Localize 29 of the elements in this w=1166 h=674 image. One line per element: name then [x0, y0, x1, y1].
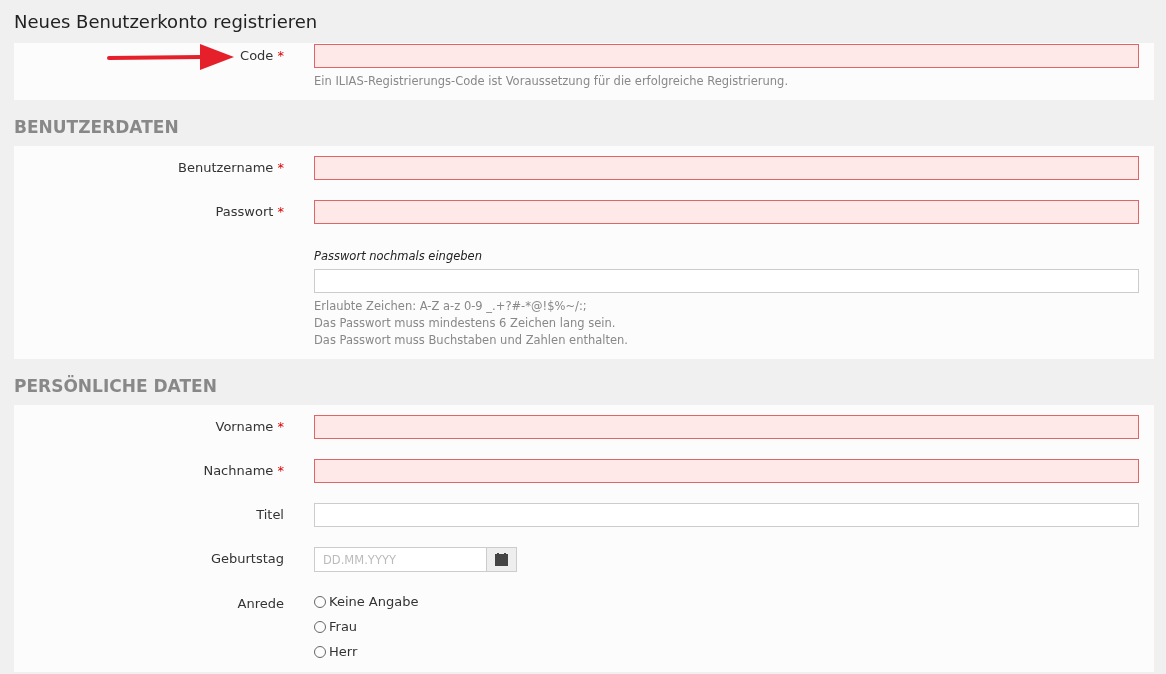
- field-label: Vorname *: [215, 419, 284, 434]
- field-label: Anrede: [237, 596, 284, 611]
- text-field[interactable]: [314, 415, 1139, 439]
- date-field[interactable]: DD.MM.YYYY: [314, 547, 486, 572]
- field-label: Passwort *: [215, 204, 284, 219]
- help-text: Ein ILIAS-Registrierungs-Code ist Voraussetzung für die erfolgreiche Registrierung.: [314, 73, 790, 90]
- calendar-icon: [495, 553, 508, 566]
- field-sublabel: Passwort nochmals eingeben: [314, 248, 483, 265]
- calendar-button[interactable]: [486, 547, 517, 572]
- field-label: Benutzername *: [178, 160, 284, 175]
- help-text: Das Passwort muss mindestens 6 Zeichen lang sein.: [314, 315, 617, 332]
- help-text: Das Passwort muss Buchstaben und Zahlen enthalten.: [314, 332, 629, 349]
- section-heading: BENUTZERDATEN: [13, 116, 180, 138]
- text-field[interactable]: [314, 44, 1139, 68]
- page-title: Neues Benutzerkonto registrieren: [13, 10, 319, 34]
- text-field[interactable]: [314, 156, 1139, 180]
- password-field[interactable]: [314, 269, 1139, 293]
- field-label: Titel: [256, 507, 284, 522]
- section-heading: PERSÖNLICHE DATEN: [13, 374, 218, 397]
- text-field[interactable]: [314, 200, 1139, 224]
- radio-option[interactable]: Keine Angabe: [314, 592, 1139, 612]
- help-text: Erlaubte Zeichen: A-Z a-z 0-9 _.+?#-*@!$%~/:;: [314, 298, 588, 315]
- text-field[interactable]: [314, 459, 1139, 483]
- field-label: Code *: [240, 48, 284, 63]
- radio-option[interactable]: Herr: [314, 642, 1139, 662]
- radio-option[interactable]: Frau: [314, 617, 1139, 637]
- text-field[interactable]: [314, 503, 1139, 527]
- field-label: Nachname *: [203, 463, 284, 478]
- field-label: Geburtstag: [210, 551, 284, 566]
